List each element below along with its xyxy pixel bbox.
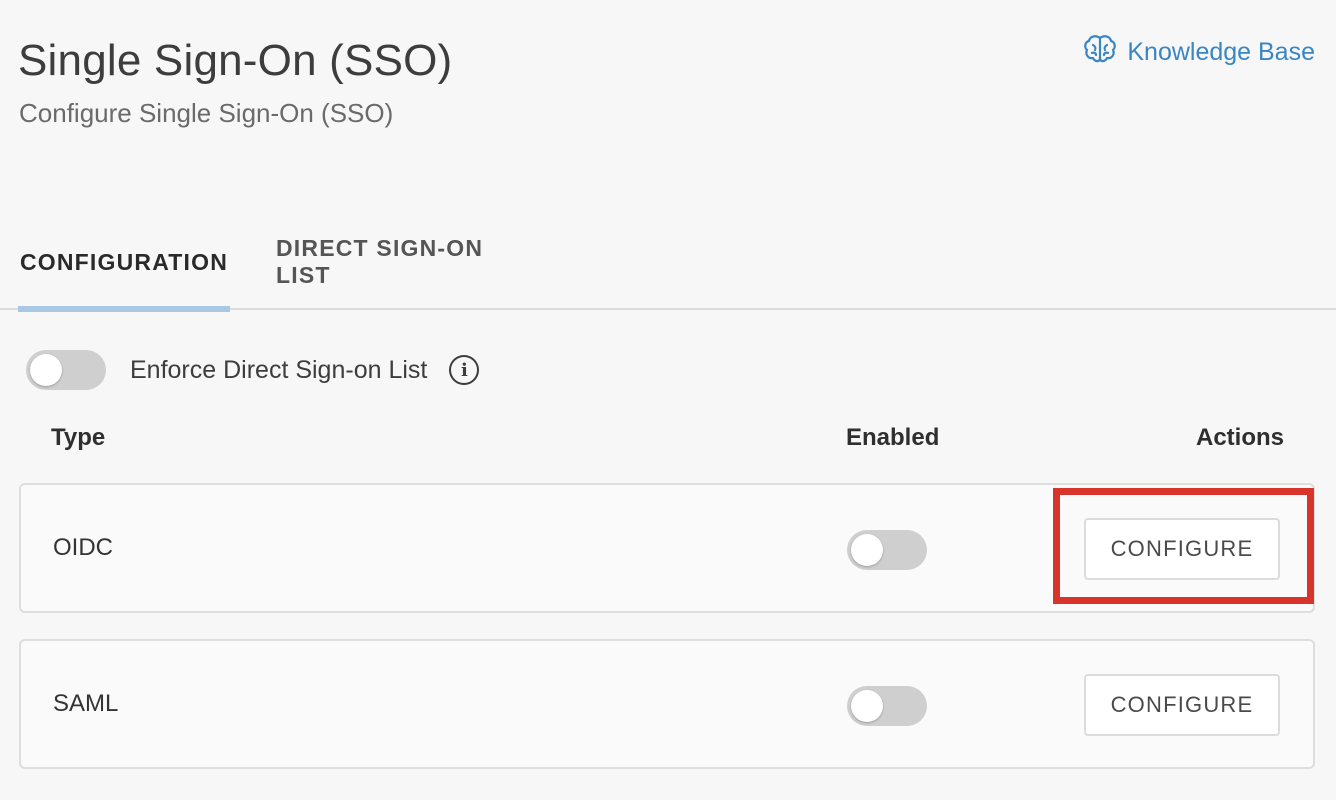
sso-row-oidc: OIDC CONFIGURE	[19, 483, 1315, 613]
page-title: Single Sign-On (SSO)	[18, 36, 453, 85]
oidc-configure-button[interactable]: CONFIGURE	[1084, 518, 1280, 580]
toggle-knob	[851, 534, 883, 566]
page-subtitle: Configure Single Sign-On (SSO)	[19, 98, 394, 128]
enforce-direct-sign-on-row: Enforce Direct Sign-on List i	[26, 349, 480, 391]
info-icon[interactable]: i	[449, 355, 480, 385]
sso-row-saml: SAML CONFIGURE	[19, 639, 1315, 769]
tab-bar: CONFIGURATION DIRECT SIGN-ON LIST	[0, 235, 1336, 312]
tab-configuration[interactable]: CONFIGURATION	[18, 236, 230, 312]
sso-type-label: OIDC	[53, 534, 113, 561]
knowledge-base-label: Knowledge Base	[1127, 38, 1315, 66]
tab-direct-sign-on-list[interactable]: DIRECT SIGN-ON LIST	[276, 235, 540, 310]
sso-settings-page: Single Sign-On (SSO) Configure Single Si…	[0, 0, 1336, 800]
column-header-type: Type	[51, 424, 106, 451]
column-header-actions: Actions	[1195, 424, 1284, 451]
toggle-knob	[851, 690, 883, 722]
enforce-direct-sign-on-toggle[interactable]	[26, 350, 106, 390]
enforce-direct-sign-on-label: Enforce Direct Sign-on List	[130, 355, 428, 384]
saml-enabled-toggle[interactable]	[847, 686, 927, 726]
toggle-knob	[30, 354, 62, 386]
saml-configure-button[interactable]: CONFIGURE	[1084, 674, 1280, 736]
column-header-enabled: Enabled	[846, 424, 940, 451]
oidc-enabled-toggle[interactable]	[847, 530, 927, 570]
knowledge-base-link[interactable]: Knowledge Base	[1083, 34, 1315, 71]
sso-type-label: SAML	[53, 690, 119, 717]
brain-icon	[1083, 34, 1117, 71]
